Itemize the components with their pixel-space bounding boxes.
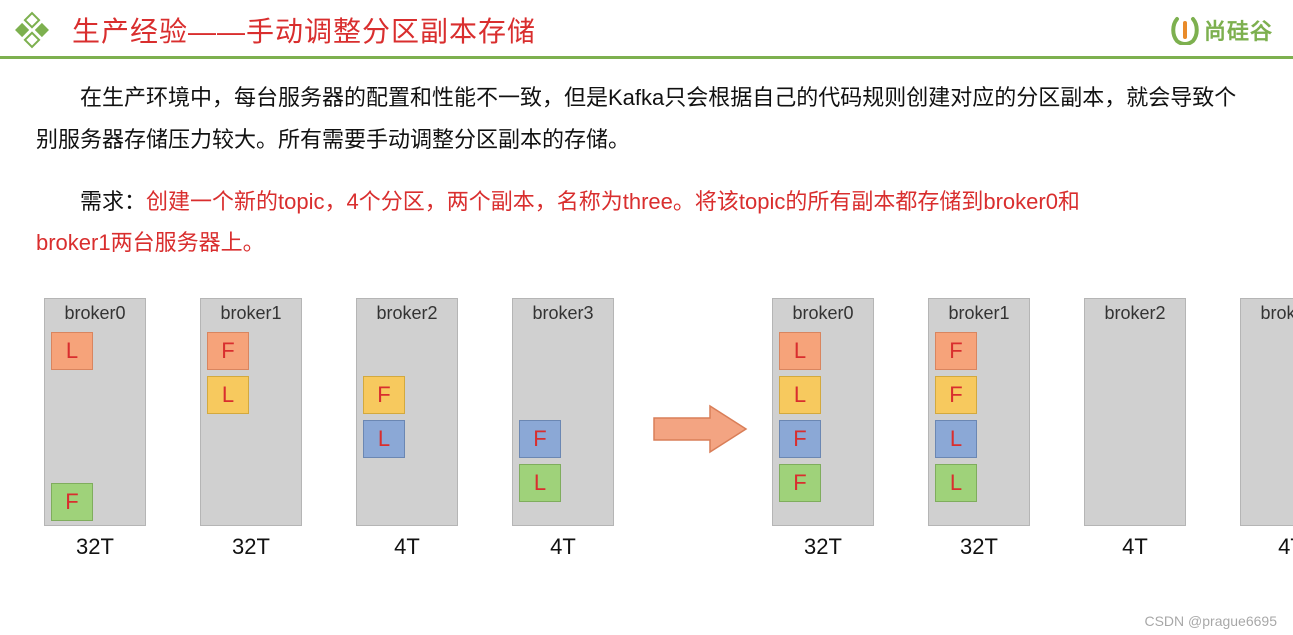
intro-paragraph: 在生产环境中，每台服务器的配置和性能不一致，但是Kafka只会根据自己的代码规则…: [36, 77, 1257, 161]
arrow-right-icon: [652, 402, 748, 456]
replica-badge: F: [935, 376, 977, 414]
broker-column: broker2 4T: [1084, 298, 1186, 560]
broker-name-label: broker1: [207, 303, 295, 324]
broker-column: broker1FFLL32T: [928, 298, 1030, 560]
empty-slot: [519, 332, 607, 370]
broker-name-label: broker2: [363, 303, 451, 324]
disk-size-label: 4T: [1278, 534, 1293, 560]
disk-size-label: 32T: [960, 534, 998, 560]
replica-badge: L: [363, 420, 405, 458]
broker-box: broker0LLFF: [772, 298, 874, 526]
replica-badge: L: [935, 464, 977, 502]
disk-size-label: 4T: [550, 534, 576, 560]
broker-name-label: broker1: [935, 303, 1023, 324]
header-bar: 生产经验——手动调整分区副本存储 尚硅谷: [0, 0, 1293, 59]
brand-mark-icon: [1170, 15, 1200, 45]
empty-slot: [207, 464, 295, 502]
disk-size-label: 32T: [76, 534, 114, 560]
disk-size-label: 4T: [394, 534, 420, 560]
broker-column: broker2 FL 4T: [356, 298, 458, 560]
broker-box: broker2: [1084, 298, 1186, 526]
empty-slot: [519, 376, 607, 414]
broker-name-label: broker3: [519, 303, 607, 324]
broker-name-label: broker0: [779, 303, 867, 324]
broker-column: broker0 L F 32T: [44, 298, 146, 560]
page-title: 生产经验——手动调整分区副本存储: [72, 10, 536, 50]
broker-box: broker1 FL: [200, 298, 302, 526]
broker-column: broker1 FL 32T: [200, 298, 302, 560]
brand-text: 尚硅谷: [1204, 14, 1273, 46]
replica-badge: F: [779, 464, 821, 502]
replica-badge: L: [935, 420, 977, 458]
broker-name-label: broker2: [1091, 303, 1179, 324]
replica-badge: F: [363, 376, 405, 414]
slide-logo-icon: [12, 10, 52, 50]
watermark-text: CSDN @prague6695: [1144, 613, 1277, 629]
replica-badge: L: [207, 376, 249, 414]
requirement-text-1: 创建一个新的topic，4个分区，两个副本，名称为three。将该topic的所…: [146, 189, 1080, 214]
requirement-line-2: broker1两台服务器上。: [36, 222, 1257, 264]
broker-group-before: broker0LF32Tbroker1FL32Tbroker2FL4Tbroke…: [44, 298, 614, 560]
broker-box: broker3 FL: [512, 298, 614, 526]
broker-column: broker0LLFF32T: [772, 298, 874, 560]
disk-size-label: 4T: [1122, 534, 1148, 560]
replica-badge: F: [779, 420, 821, 458]
disk-size-label: 32T: [804, 534, 842, 560]
replica-badge: F: [519, 420, 561, 458]
replica-badge: L: [779, 376, 821, 414]
spacer: [51, 376, 139, 477]
broker-box: broker2 FL: [356, 298, 458, 526]
empty-slot: [363, 464, 451, 502]
disk-size-label: 32T: [232, 534, 270, 560]
content-area: 在生产环境中，每台服务器的配置和性能不一致，但是Kafka只会根据自己的代码规则…: [0, 59, 1293, 560]
broker-name-label: broker0: [51, 303, 139, 324]
empty-slot: [363, 332, 451, 370]
diagram-area: broker0LF32Tbroker1FL32Tbroker2FL4Tbroke…: [36, 298, 1257, 560]
requirement-line-1: 需求：创建一个新的topic，4个分区，两个副本，名称为three。将该topi…: [36, 181, 1257, 223]
replica-badge: L: [51, 332, 93, 370]
replica-badge: F: [51, 483, 93, 521]
broker-column: broker3 4T: [1240, 298, 1293, 560]
requirement-label: 需求：: [80, 189, 146, 214]
broker-name-label: broker3: [1247, 303, 1293, 324]
broker-group-after: broker0LLFF32Tbroker1FFLL32Tbroker24Tbro…: [772, 298, 1293, 560]
arrow-transition: [652, 402, 748, 456]
broker-box: broker0 L F: [44, 298, 146, 526]
replica-badge: F: [935, 332, 977, 370]
empty-slot: [207, 420, 295, 458]
replica-badge: L: [519, 464, 561, 502]
replica-badge: L: [779, 332, 821, 370]
broker-column: broker3 FL 4T: [512, 298, 614, 560]
broker-box: broker3: [1240, 298, 1293, 526]
brand-logo: 尚硅谷: [1170, 14, 1273, 46]
broker-box: broker1FFLL: [928, 298, 1030, 526]
replica-badge: F: [207, 332, 249, 370]
